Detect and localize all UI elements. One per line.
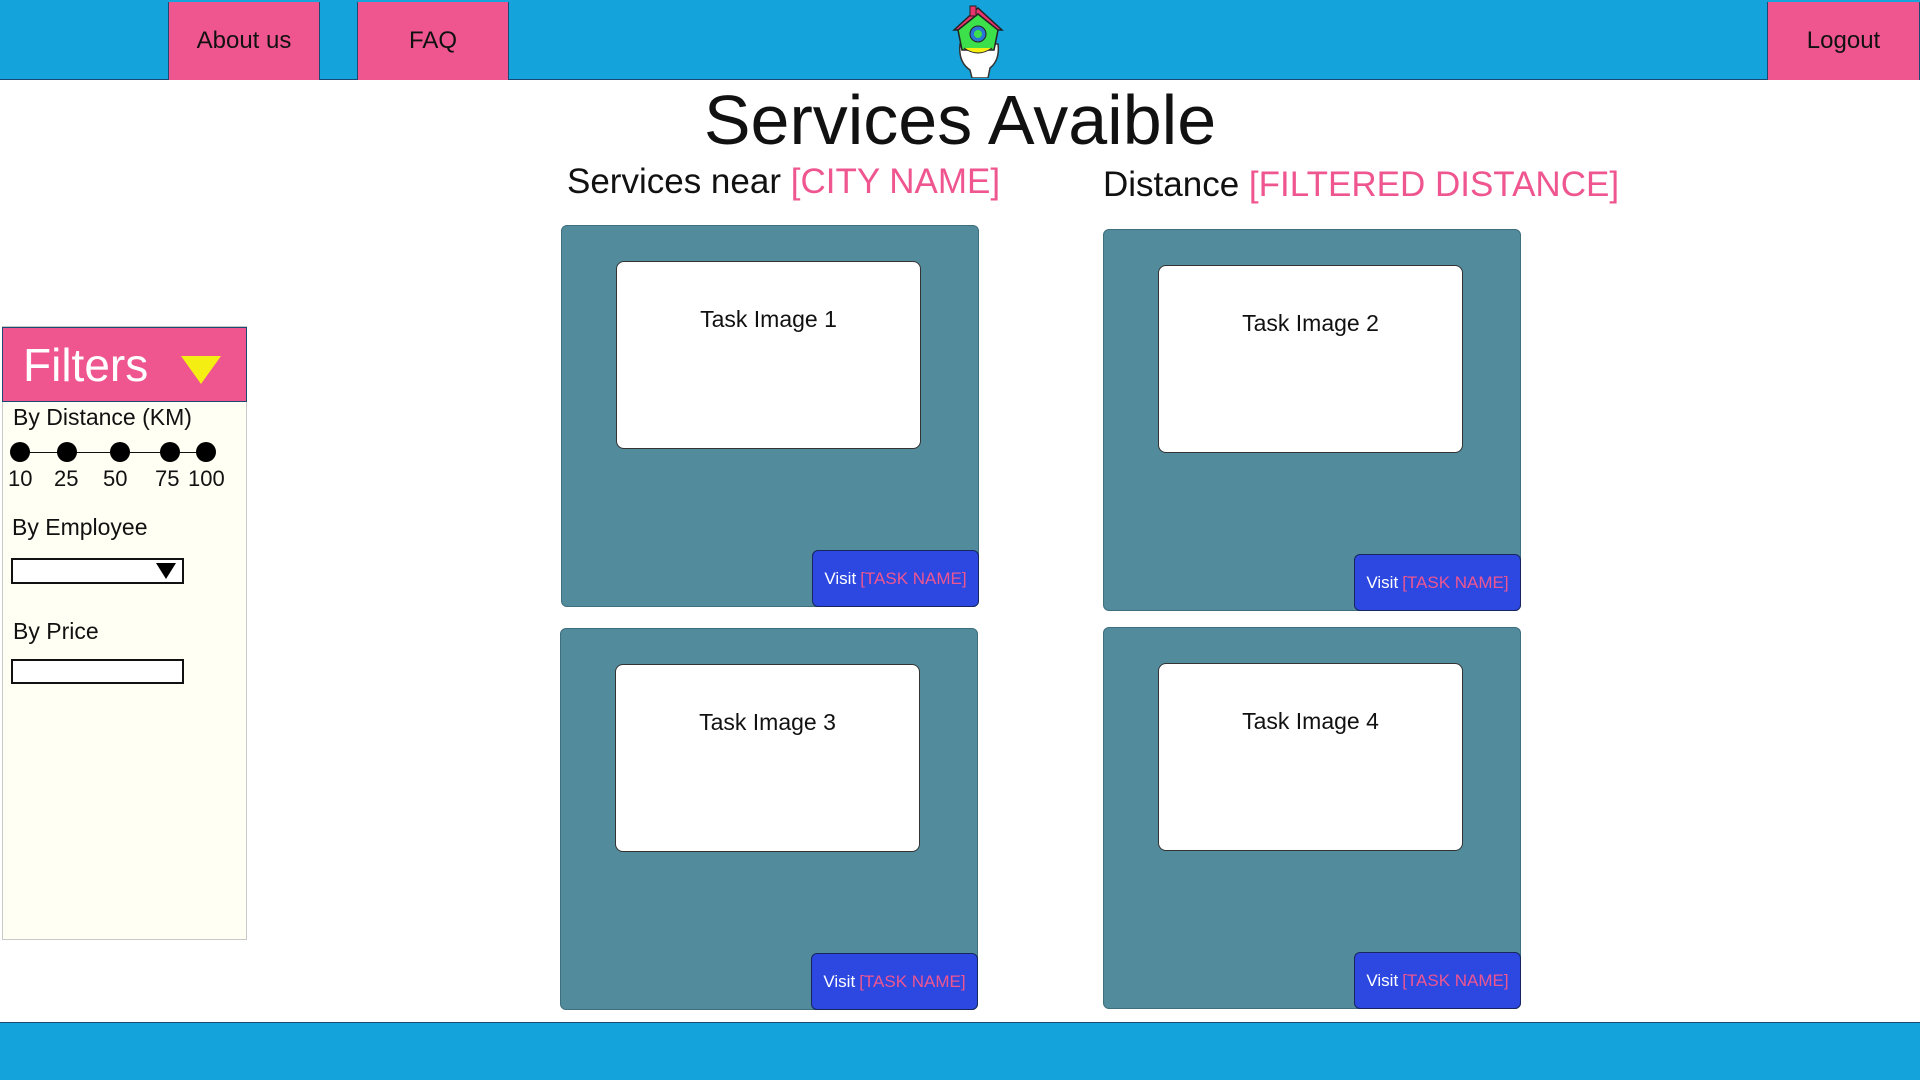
task-image-label: Task Image 3 — [699, 709, 836, 735]
task-name-placeholder: [TASK NAME] — [1402, 970, 1509, 990]
services-near-label: Services near — [567, 162, 781, 201]
visit-label: Visit — [824, 568, 857, 588]
distance-tick-label: 50 — [103, 466, 128, 491]
by-price-label: By Price — [13, 618, 99, 644]
visit-label: Visit — [1366, 970, 1399, 990]
page-title: Services Avaible — [703, 81, 1217, 159]
visit-task-button[interactable]: Visit [TASK NAME] — [812, 550, 979, 607]
task-image-placeholder: Task Image 2 — [1158, 265, 1463, 453]
service-card-4: Task Image 4 Visit [TASK NAME] — [1103, 627, 1521, 1009]
by-distance-label: By Distance (KM) — [13, 404, 192, 430]
task-image-label: Task Image 1 — [700, 306, 837, 332]
distance-slider-stop-25[interactable] — [57, 442, 77, 462]
visit-label: Visit — [823, 971, 856, 991]
service-card-3: Task Image 3 Visit [TASK NAME] — [560, 628, 978, 1010]
distance-slider-stop-75[interactable] — [160, 442, 180, 462]
service-card-2: Task Image 2 Visit [TASK NAME] — [1103, 229, 1521, 611]
faq-button[interactable]: FAQ — [357, 2, 509, 80]
city-name-placeholder: [CITY NAME] — [790, 162, 1001, 201]
price-input[interactable] — [11, 659, 184, 684]
service-card-1: Task Image 1 Visit [TASK NAME] — [561, 225, 979, 607]
task-image-placeholder: Task Image 1 — [616, 261, 921, 449]
footer-bar — [0, 1022, 1920, 1080]
logout-button[interactable]: Logout — [1767, 2, 1920, 80]
task-name-placeholder: [TASK NAME] — [859, 971, 966, 991]
filters-title: Filters — [23, 339, 149, 391]
distance-slider-stop-50[interactable] — [110, 442, 130, 462]
distance-heading: Distance [FILTERED DISTANCE] — [1103, 163, 1619, 207]
distance-slider-stop-100[interactable] — [196, 442, 216, 462]
task-name-placeholder: [TASK NAME] — [860, 568, 967, 588]
filters-header[interactable]: Filters — [2, 327, 247, 402]
services-near-heading: Services near [CITY NAME] — [567, 160, 1000, 204]
triangle-down-icon — [156, 563, 176, 579]
distance-tick-label: 75 — [155, 466, 180, 491]
distance-tick-label: 10 — [8, 466, 33, 491]
about-us-button[interactable]: About us — [168, 2, 320, 80]
filtered-distance-placeholder: [FILTERED DISTANCE] — [1248, 165, 1620, 204]
visit-task-button[interactable]: Visit [TASK NAME] — [1354, 554, 1521, 611]
task-image-label: Task Image 2 — [1242, 310, 1379, 336]
by-employee-label: By Employee — [12, 514, 148, 540]
task-image-label: Task Image 4 — [1242, 708, 1379, 734]
task-image-placeholder: Task Image 4 — [1158, 663, 1463, 851]
distance-slider-stop-10[interactable] — [10, 442, 30, 462]
distance-label: Distance — [1103, 165, 1240, 204]
triangle-down-icon[interactable] — [181, 356, 221, 384]
visit-label: Visit — [1366, 572, 1399, 592]
distance-tick-label: 100 — [188, 466, 225, 491]
visit-task-button[interactable]: Visit [TASK NAME] — [811, 953, 978, 1010]
house-in-hand-logo[interactable] — [948, 4, 1008, 78]
distance-tick-label: 25 — [54, 466, 79, 491]
task-image-placeholder: Task Image 3 — [615, 664, 920, 852]
task-name-placeholder: [TASK NAME] — [1402, 572, 1509, 592]
employee-select[interactable] — [11, 558, 184, 584]
visit-task-button[interactable]: Visit [TASK NAME] — [1354, 952, 1521, 1009]
